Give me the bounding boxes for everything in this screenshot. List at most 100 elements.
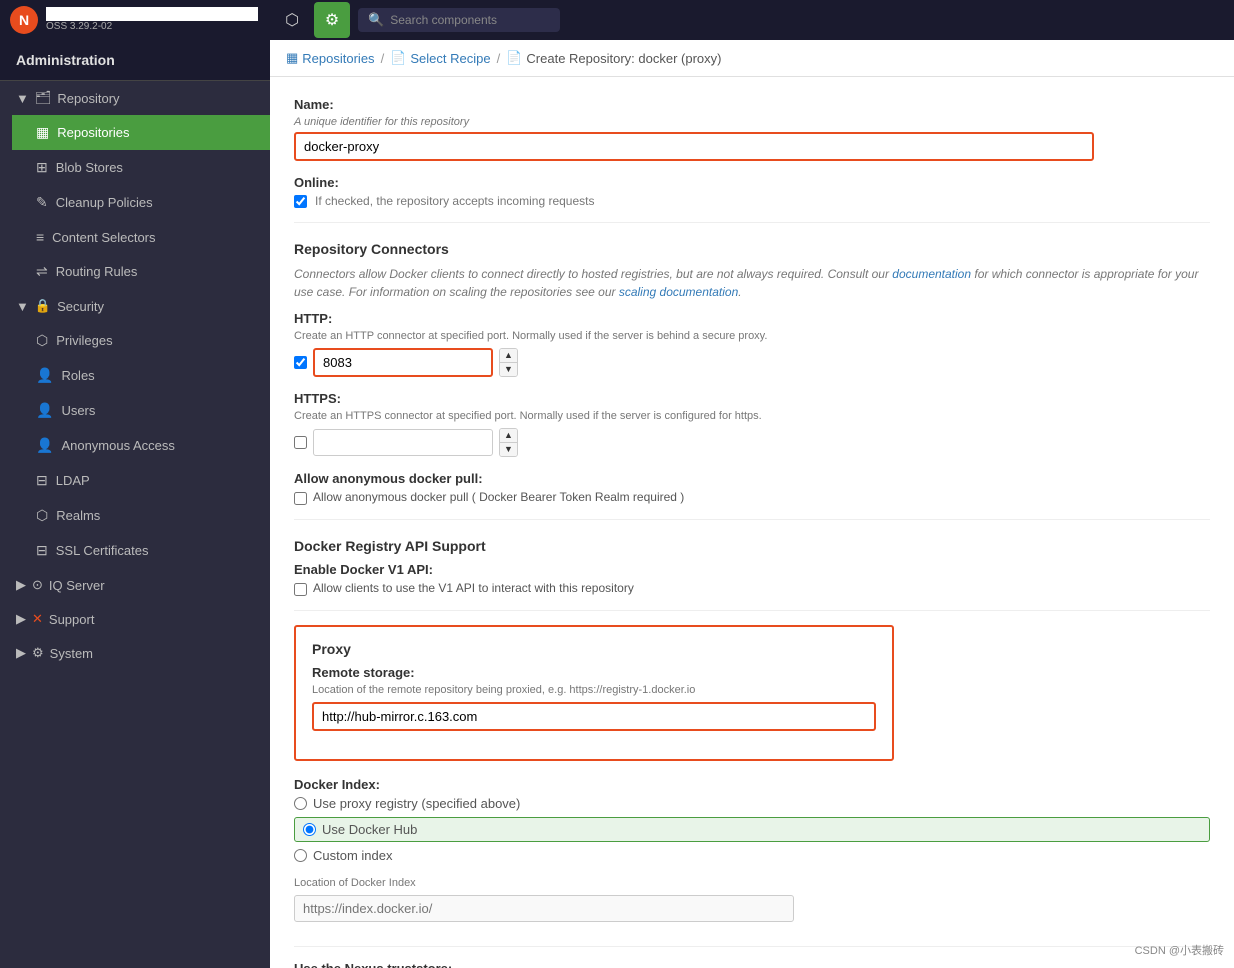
name-input[interactable] — [294, 132, 1094, 161]
anonymous-access-icon: 👤 — [36, 437, 53, 454]
docker-index-option-proxy: Use proxy registry (specified above) — [294, 796, 1210, 811]
sidebar-group-label: IQ Server — [49, 578, 105, 593]
breadcrumb-select-recipe[interactable]: 📄 Select Recipe — [390, 50, 490, 66]
scaling-link[interactable]: scaling documentation — [619, 285, 738, 299]
custom-index-input[interactable] — [294, 895, 794, 922]
sidebar-group-header-security[interactable]: ▼ 🔒 Security — [0, 289, 270, 323]
spinner-down[interactable]: ▼ — [500, 363, 517, 376]
sidebar-group-system: ▶ ⚙ System — [0, 636, 270, 670]
chevron-down-icon: ▼ — [16, 91, 29, 106]
docker-index-radio-hub[interactable] — [303, 823, 316, 836]
breadcrumb-sep-1: / — [381, 51, 385, 66]
watermark: CSDN @小表搬砖 — [1135, 942, 1224, 958]
sidebar-group-security: ▼ 🔒 Security ⬡ Privileges 👤 Roles 👤 User… — [0, 289, 270, 568]
sidebar-item-realms[interactable]: ⬡ Realms — [12, 498, 270, 533]
breadcrumb-repositories[interactable]: ▦ Repositories — [286, 50, 375, 66]
docker-index-hub-label: Use Docker Hub — [322, 822, 417, 837]
sidebar-group-support: ▶ ✕ Support — [0, 602, 270, 636]
admin-icon-btn[interactable]: ⚙ — [314, 2, 350, 38]
sidebar-item-anonymous-access[interactable]: 👤 Anonymous Access — [12, 428, 270, 463]
realms-icon: ⬡ — [36, 507, 48, 524]
sidebar-item-content-selectors[interactable]: ≡ Content Selectors — [12, 220, 270, 254]
sidebar-header: Administration — [0, 40, 270, 81]
repo-connectors-title: Repository Connectors — [294, 241, 1210, 257]
docker-index-row: Docker Index: Use proxy registry (specif… — [294, 777, 1210, 863]
remote-storage-hint: Location of the remote repository being … — [312, 684, 876, 696]
support-icon: ✕ — [32, 611, 43, 627]
anon-pull-label: Allow anonymous docker pull: — [294, 471, 1210, 486]
sidebar-group-repository: ▼ 🗂 Repository ▦ Repositories ⊞ Blob Sto… — [0, 81, 270, 289]
sidebar-item-users[interactable]: 👤 Users — [12, 393, 270, 428]
https-checkbox[interactable] — [294, 436, 307, 449]
sidebar-item-ldap[interactable]: ⊟ LDAP — [12, 463, 270, 498]
sidebar-item-blob-stores[interactable]: ⊞ Blob Stores — [12, 150, 270, 185]
https-port-input[interactable] — [313, 429, 493, 456]
repo-connectors-desc: Connectors allow Docker clients to conne… — [294, 265, 1210, 301]
sidebar-item-label: Cleanup Policies — [56, 195, 153, 210]
https-row: HTTPS: Create an HTTPS connector at spec… — [294, 391, 1210, 457]
spinner-up[interactable]: ▲ — [500, 429, 517, 443]
sidebar-item-label: Privileges — [56, 333, 112, 348]
docker-index-custom-label: Custom index — [313, 848, 392, 863]
sidebar-item-ssl-certificates[interactable]: ⊟ SSL Certificates — [12, 533, 270, 568]
sidebar-item-cleanup-policies[interactable]: ✎ Cleanup Policies — [12, 185, 270, 220]
remote-storage-label: Remote storage: — [312, 665, 876, 680]
name-row: Name: A unique identifier for this repos… — [294, 97, 1210, 161]
routing-rules-icon: ⇌ — [36, 263, 48, 280]
search-input[interactable] — [390, 13, 550, 27]
sidebar-item-label: Routing Rules — [56, 264, 138, 279]
content-selectors-icon: ≡ — [36, 229, 44, 245]
browse-icon-btn[interactable]: ⬡ — [274, 2, 310, 38]
breadcrumb-current: 📄 Create Repository: docker (proxy) — [506, 50, 721, 66]
online-checkbox[interactable] — [294, 195, 307, 208]
docker-index-radio-proxy[interactable] — [294, 797, 307, 810]
topbar-icons: ⬡ ⚙ — [274, 2, 350, 38]
remote-storage-row: Remote storage: Location of the remote r… — [312, 665, 876, 731]
https-port-spinner[interactable]: ▲ ▼ — [499, 428, 518, 457]
online-hint: If checked, the repository accepts incom… — [315, 194, 594, 208]
anon-pull-checkbox[interactable] — [294, 492, 307, 505]
sidebar-group-iq: ▶ ⊙ IQ Server — [0, 568, 270, 602]
search-bar[interactable]: 🔍 — [358, 8, 560, 32]
remote-storage-input[interactable] — [312, 702, 876, 731]
sidebar-item-label: Blob Stores — [56, 160, 123, 175]
cleanup-policies-icon: ✎ — [36, 194, 48, 211]
sidebar-group-label: Security — [57, 299, 104, 314]
v1-api-checkbox[interactable] — [294, 583, 307, 596]
repo-group-icon: 🗂 — [35, 90, 52, 106]
breadcrumb: ▦ Repositories / 📄 Select Recipe / 📄 Cre… — [270, 40, 1234, 77]
http-checkbox[interactable] — [294, 356, 307, 369]
divider-2 — [294, 519, 1210, 520]
http-port-input[interactable] — [313, 348, 493, 377]
sidebar-item-label: LDAP — [56, 473, 90, 488]
sidebar-item-privileges[interactable]: ⬡ Privileges — [12, 323, 270, 358]
repositories-bc-icon: ▦ — [286, 50, 298, 66]
sidebar-item-roles[interactable]: 👤 Roles — [12, 358, 270, 393]
documentation-link[interactable]: documentation — [892, 267, 971, 281]
anon-pull-hint: Allow anonymous docker pull ( Docker Bea… — [313, 490, 684, 504]
sidebar-item-repositories[interactable]: ▦ Repositories — [12, 115, 270, 150]
https-hint: Create an HTTPS connector at specified p… — [294, 410, 1210, 422]
spinner-down[interactable]: ▼ — [500, 443, 517, 456]
ldap-icon: ⊟ — [36, 472, 48, 489]
sidebar-group-header-support[interactable]: ▶ ✕ Support — [0, 602, 270, 636]
http-label: HTTP: — [294, 311, 1210, 326]
spinner-up[interactable]: ▲ — [500, 349, 517, 363]
docker-index-radio-custom[interactable] — [294, 849, 307, 862]
sidebar-group-header-iq[interactable]: ▶ ⊙ IQ Server — [0, 568, 270, 602]
online-row: Online: If checked, the repository accep… — [294, 175, 1210, 208]
sidebar-group-header-repository[interactable]: ▼ 🗂 Repository — [0, 81, 270, 115]
users-icon: 👤 — [36, 402, 53, 419]
search-icon: 🔍 — [368, 12, 384, 28]
app-layout: Administration ▼ 🗂 Repository ▦ Reposito… — [0, 40, 1234, 968]
sidebar-item-routing-rules[interactable]: ⇌ Routing Rules — [12, 254, 270, 289]
sidebar-group-security-items: ⬡ Privileges 👤 Roles 👤 Users 👤 Anonymous… — [0, 323, 270, 568]
http-port-spinner[interactable]: ▲ ▼ — [499, 348, 518, 377]
chevron-right-icon: ▶ — [16, 645, 26, 661]
sidebar-group-label: System — [50, 646, 93, 661]
create-repo-bc-icon: 📄 — [506, 50, 522, 66]
recipe-bc-icon: 📄 — [390, 50, 406, 66]
sidebar-group-header-system[interactable]: ▶ ⚙ System — [0, 636, 270, 670]
docker-index-option-hub: Use Docker Hub — [294, 817, 1210, 842]
sidebar-group-label: Support — [49, 612, 95, 627]
